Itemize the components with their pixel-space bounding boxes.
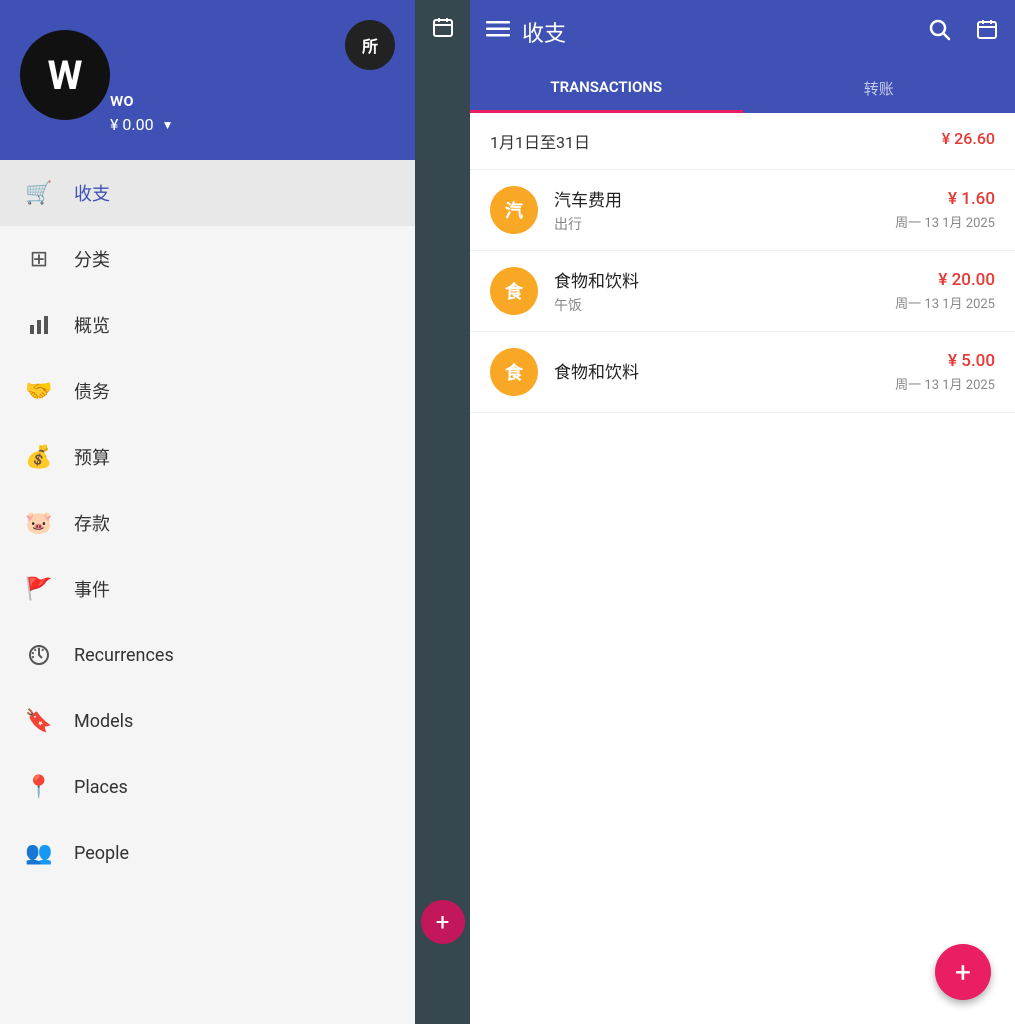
sidebar-item-label: 收支: [74, 180, 110, 206]
sidebar-item-people[interactable]: 👥 People: [0, 820, 415, 886]
page-title: 收支: [522, 16, 903, 48]
profile-header: W wo ¥ 0.00 ▼ 所: [0, 0, 415, 160]
transaction-avatar: 汽: [490, 186, 538, 234]
calendar-icon[interactable]: [975, 17, 999, 47]
transactions-list: 汽 汽车费用 出行 ¥ 1.60 周一 13 1月 2025 食 食物和饮料 午…: [470, 170, 1015, 1024]
piggy-icon: 🐷: [24, 508, 54, 538]
tab-transfer[interactable]: 转账: [743, 64, 1015, 113]
profile-balance: ¥ 0.00 ▼: [110, 115, 173, 134]
profile-name: wo: [110, 90, 173, 111]
transaction-date: 周一 13 1月 2025: [895, 374, 995, 393]
date-range-bar: 1月1日至31日 ¥ 26.60: [470, 113, 1015, 170]
sidebar-item-label: 预算: [74, 444, 110, 470]
sidebar-item-places[interactable]: 📍 Places: [0, 754, 415, 820]
chart-icon: [24, 310, 54, 340]
add-transaction-button[interactable]: +: [935, 944, 991, 1000]
sidebar-item-overview[interactable]: 概览: [0, 292, 415, 358]
nav-list: 🛒 收支 ⊞ 分类 概览 🤝 债务 💰 预算 🐷 存款 🚩 事件: [0, 160, 415, 1024]
transaction-title: 食物和饮料: [554, 267, 879, 292]
tabs-bar: TRANSACTIONS 转账: [470, 64, 1015, 113]
table-row[interactable]: 食 食物和饮料 ¥ 5.00 周一 13 1月 2025: [470, 332, 1015, 413]
right-header: 收支: [470, 0, 1015, 64]
transaction-right: ¥ 20.00 周一 13 1月 2025: [895, 270, 995, 312]
transaction-title: 汽车费用: [554, 186, 879, 211]
profile-info: wo ¥ 0.00 ▼: [110, 90, 173, 134]
table-row[interactable]: 汽 汽车费用 出行 ¥ 1.60 周一 13 1月 2025: [470, 170, 1015, 251]
right-panel: 收支 TRANSACTIONS 转账 1月1日至31日 ¥ 26.60 汽 汽车…: [470, 0, 1015, 1024]
transaction-info: 食物和饮料 午饭: [554, 267, 879, 315]
sidebar-item-savings[interactable]: 🐷 存款: [0, 490, 415, 556]
transaction-avatar: 食: [490, 267, 538, 315]
money-icon: 💰: [24, 442, 54, 472]
transaction-info: 食物和饮料: [554, 358, 879, 386]
search-icon[interactable]: [927, 17, 951, 47]
sidebar-item-label: 债务: [74, 378, 110, 404]
sidebar-item-label: 事件: [74, 576, 110, 602]
sidebar-item-label: Recurrences: [74, 645, 174, 666]
sidebar-item-label: 分类: [74, 246, 110, 272]
transaction-date: 周一 13 1月 2025: [895, 212, 995, 231]
transaction-right: ¥ 5.00 周一 13 1月 2025: [895, 351, 995, 393]
bookmark-icon: 🔖: [24, 706, 54, 736]
sidebar-item-label: People: [74, 843, 129, 864]
flag-icon: 🚩: [24, 574, 54, 604]
transaction-right: ¥ 1.60 周一 13 1月 2025: [895, 189, 995, 231]
transaction-title: 食物和饮料: [554, 358, 879, 383]
middle-add-button[interactable]: +: [421, 900, 465, 944]
date-range-label: 1月1日至31日: [490, 129, 590, 153]
menu-icon[interactable]: [486, 17, 510, 47]
transaction-avatar: 食: [490, 348, 538, 396]
sidebar-item-categories[interactable]: ⊞ 分类: [0, 226, 415, 292]
middle-strip: +: [415, 0, 470, 1024]
all-accounts-badge[interactable]: 所: [345, 20, 395, 70]
grid-icon: ⊞: [24, 244, 54, 274]
sidebar-item-debts[interactable]: 🤝 债务: [0, 358, 415, 424]
transaction-info: 汽车费用 出行: [554, 186, 879, 234]
dropdown-arrow-icon[interactable]: ▼: [162, 118, 174, 132]
sidebar-item-budget[interactable]: 💰 预算: [0, 424, 415, 490]
sidebar-item-label: 存款: [74, 510, 110, 536]
date-range-total: ¥ 26.60: [942, 129, 995, 153]
location-icon: 📍: [24, 772, 54, 802]
sidebar-item-label: Places: [74, 777, 128, 798]
sidebar-item-recurrences[interactable]: Recurrences: [0, 622, 415, 688]
transaction-amount: ¥ 1.60: [895, 189, 995, 209]
sidebar-item-transactions[interactable]: 🛒 收支: [0, 160, 415, 226]
table-row[interactable]: 食 食物和饮料 午饭 ¥ 20.00 周一 13 1月 2025: [470, 251, 1015, 332]
sidebar-item-events[interactable]: 🚩 事件: [0, 556, 415, 622]
sidebar-item-models[interactable]: 🔖 Models: [0, 688, 415, 754]
cart-icon: 🛒: [24, 178, 54, 208]
left-panel: W wo ¥ 0.00 ▼ 所 🛒 收支 ⊞ 分类 概览 🤝 债务: [0, 0, 415, 1024]
people-icon: 👥: [24, 838, 54, 868]
sidebar-item-label: 概览: [74, 312, 110, 338]
mini-calendar-icon[interactable]: [431, 15, 455, 45]
tab-transactions[interactable]: TRANSACTIONS: [470, 64, 743, 113]
avatar: W: [20, 30, 110, 120]
sidebar-item-label: Models: [74, 711, 133, 732]
transaction-date: 周一 13 1月 2025: [895, 293, 995, 312]
transaction-subtitle: 午饭: [554, 295, 879, 315]
transaction-amount: ¥ 5.00: [895, 351, 995, 371]
handshake-icon: 🤝: [24, 376, 54, 406]
transaction-subtitle: 出行: [554, 214, 879, 234]
recurrence-icon: [24, 640, 54, 670]
transaction-amount: ¥ 20.00: [895, 270, 995, 290]
